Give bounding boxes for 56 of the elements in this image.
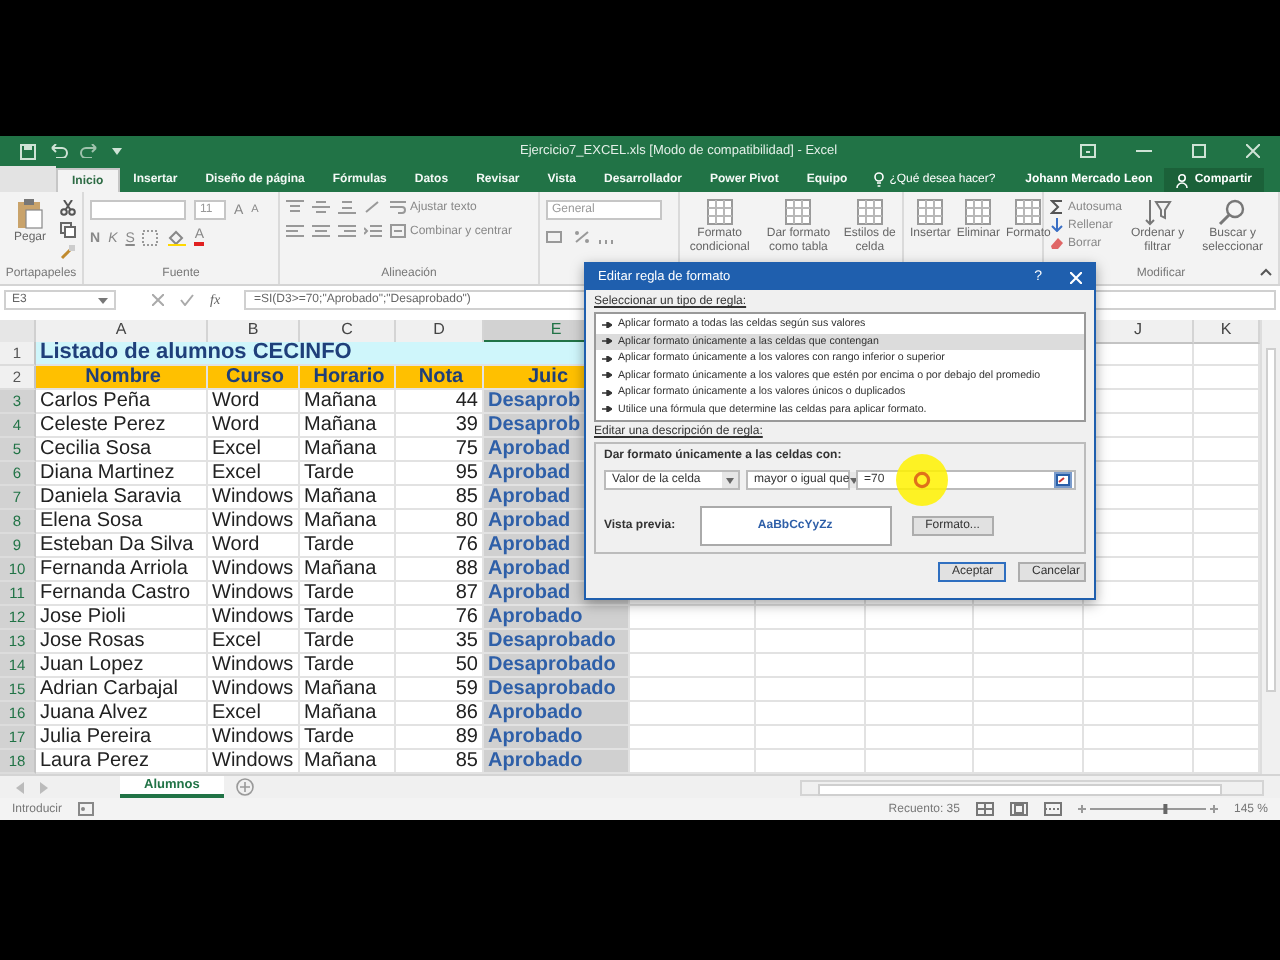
cell: Windows bbox=[208, 726, 300, 750]
cell: Mañana bbox=[300, 702, 396, 726]
cell: Mañana bbox=[300, 678, 396, 702]
cell: Jose Rosas bbox=[36, 630, 208, 654]
cell: Windows bbox=[208, 678, 300, 702]
cell: Windows bbox=[208, 486, 300, 510]
cell: Juan Lopez bbox=[36, 654, 208, 678]
cell: Tarde bbox=[300, 534, 396, 558]
cell: Excel bbox=[208, 438, 300, 462]
cell: Adrian Carbajal bbox=[36, 678, 208, 702]
cell: Tarde bbox=[300, 462, 396, 486]
cell: Cecilia Sosa bbox=[36, 438, 208, 462]
cell: Aprobado bbox=[484, 606, 630, 630]
cell: Daniela Saravia bbox=[36, 486, 208, 510]
cell: Excel bbox=[208, 630, 300, 654]
cell: Mañana bbox=[300, 390, 396, 414]
cell: Mañana bbox=[300, 414, 396, 438]
cell: Desaprobado bbox=[484, 654, 630, 678]
cell: Windows bbox=[208, 606, 300, 630]
cell: Tarde bbox=[300, 606, 396, 630]
cell: Windows bbox=[208, 582, 300, 606]
header-cell: Curso bbox=[208, 366, 300, 390]
cell: Jose Pioli bbox=[36, 606, 208, 630]
cell: Esteban Da Silva bbox=[36, 534, 208, 558]
cell: Carlos Peña bbox=[36, 390, 208, 414]
cell: Excel bbox=[208, 702, 300, 726]
header-cell: Horario bbox=[300, 366, 396, 390]
cell: Word bbox=[208, 390, 300, 414]
cell: Word bbox=[208, 534, 300, 558]
cell: Tarde bbox=[300, 726, 396, 750]
header-cell: Nota bbox=[396, 366, 484, 390]
cell: Mañana bbox=[300, 438, 396, 462]
cell: Juana Alvez bbox=[36, 702, 208, 726]
cell: Tarde bbox=[300, 654, 396, 678]
cell: Windows bbox=[208, 510, 300, 534]
cell: Windows bbox=[208, 558, 300, 582]
cell: Fernanda Arriola bbox=[36, 558, 208, 582]
cell: Fernanda Castro bbox=[36, 582, 208, 606]
cell: Word bbox=[208, 414, 300, 438]
cell: Aprobado bbox=[484, 702, 630, 726]
cell: Aprobado bbox=[484, 726, 630, 750]
cell: Tarde bbox=[300, 630, 396, 654]
cell: Aprobado bbox=[484, 750, 630, 774]
cell: Desaprobado bbox=[484, 630, 630, 654]
header-cell: Nombre bbox=[36, 366, 208, 390]
cell: Celeste Perez bbox=[36, 414, 208, 438]
cell: Windows bbox=[208, 654, 300, 678]
cell: Elena Sosa bbox=[36, 510, 208, 534]
cell: Mañana bbox=[300, 510, 396, 534]
cell: Julia Pereira bbox=[36, 726, 208, 750]
cell: Mañana bbox=[300, 558, 396, 582]
cell: Desaprobado bbox=[484, 678, 630, 702]
cell: Mañana bbox=[300, 486, 396, 510]
cell: Tarde bbox=[300, 582, 396, 606]
cell: Diana Martinez bbox=[36, 462, 208, 486]
cell: Excel bbox=[208, 462, 300, 486]
